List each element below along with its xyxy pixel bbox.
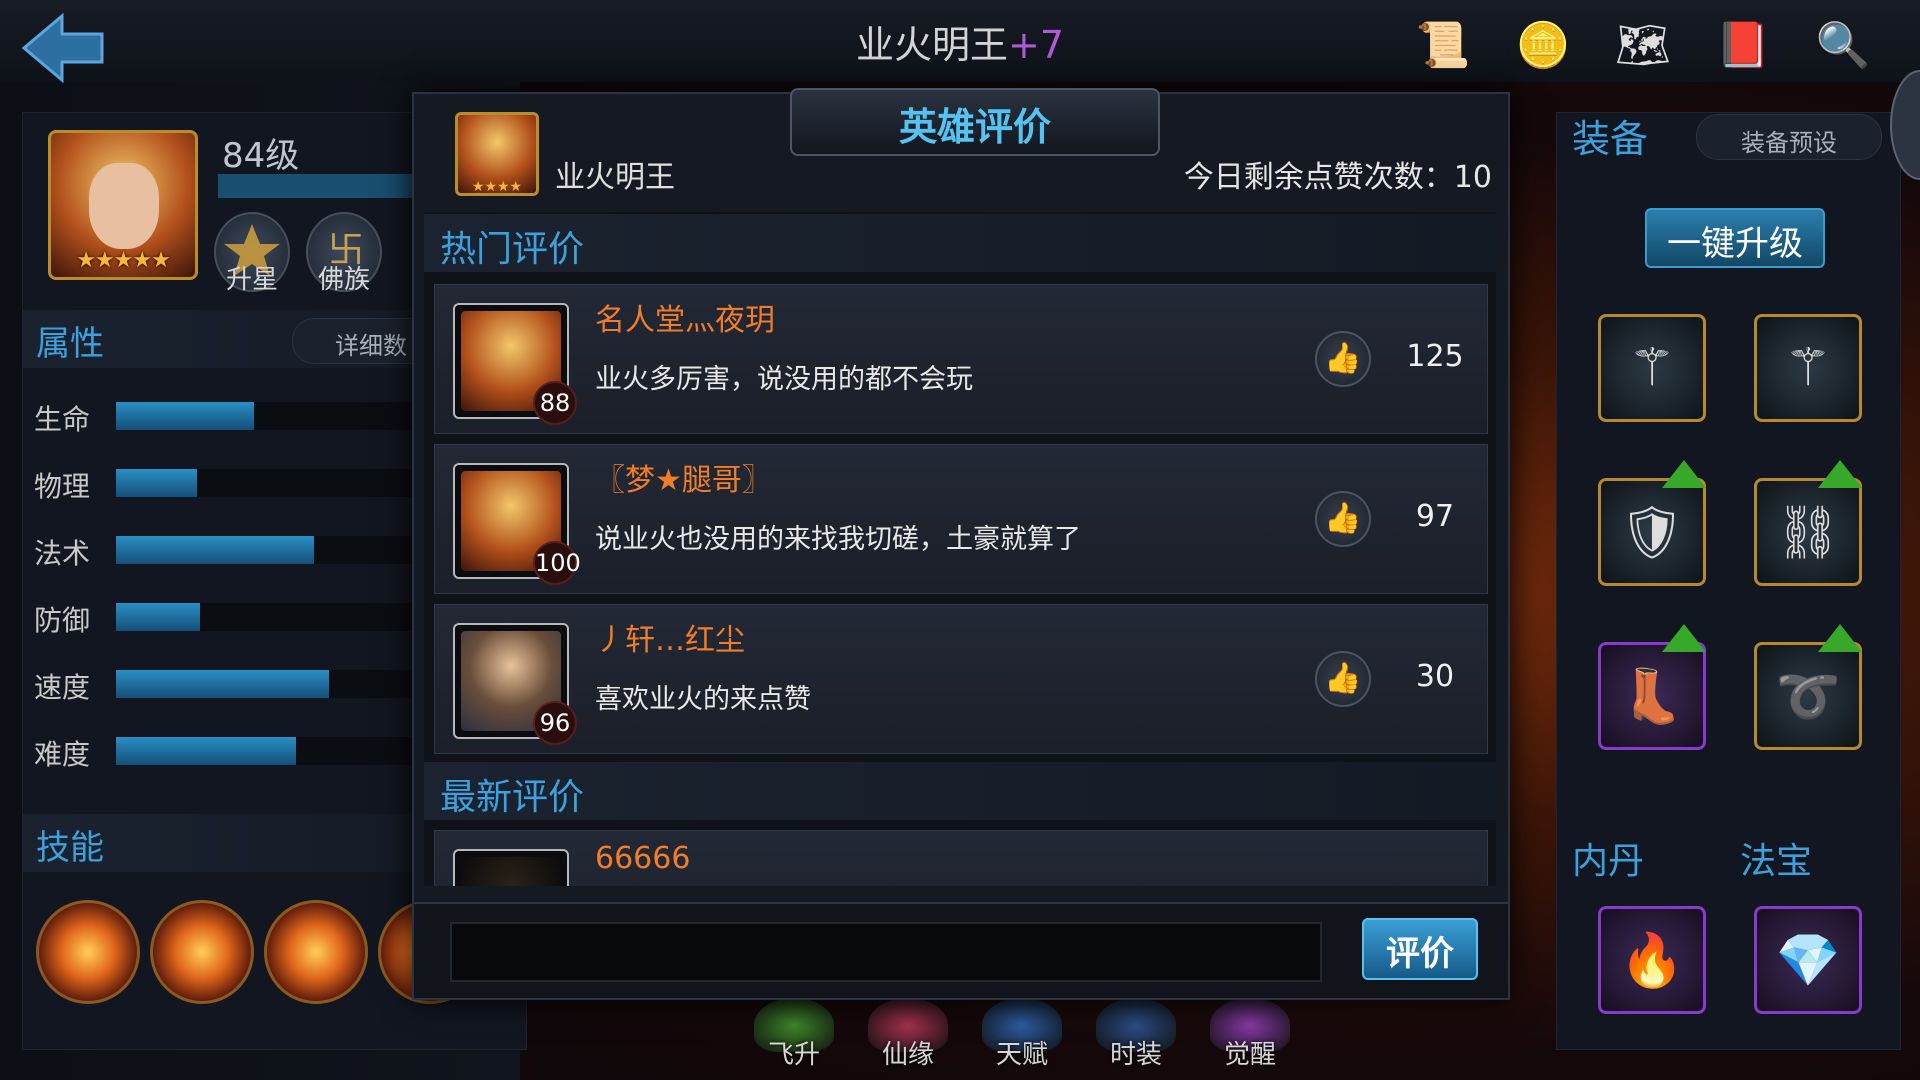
thumbs-up-icon[interactable]: 👍 — [1315, 651, 1371, 707]
stat-label: 法术 — [34, 537, 91, 570]
upgrade-arrow-icon — [1662, 624, 1706, 652]
new-reviews-header: 最新评价 — [424, 762, 1496, 820]
tab-label: 觉醒 — [1223, 1040, 1276, 1070]
staff-icon[interactable]: ⚚ — [1754, 314, 1862, 422]
hero-stars: ★★★★★ — [76, 248, 171, 273]
map-icon[interactable]: 🗺 — [1606, 8, 1680, 82]
fireball-icon[interactable]: 🔥 — [1598, 906, 1706, 1014]
scroll-icon[interactable]: 📜 — [1406, 8, 1480, 82]
review-row: 100 〖梦★腿哥〗说业火也没用的来找我切磋，土豪就算了 👍 97 — [434, 444, 1488, 594]
star-up-button[interactable]: 升星 — [214, 212, 290, 295]
book-icon[interactable]: 📕 — [1706, 8, 1780, 82]
reviewer-name: 66666 — [595, 841, 691, 876]
hot-reviews-title: 热门评价 — [440, 229, 585, 270]
review-text: 业火多厉害，说没用的都不会玩 — [595, 364, 973, 395]
reviewer-level-badge: 100 — [533, 541, 581, 585]
stat-label: 防御 — [34, 604, 91, 637]
thumbs-up-icon[interactable]: 👍 — [1315, 331, 1371, 387]
upgrade-arrow-icon — [1818, 460, 1862, 488]
hero-portrait: ★★★★★ — [48, 130, 198, 280]
treasure-glyph: 💎 — [1775, 930, 1841, 991]
reviewer-name: 〖梦★腿哥〗 — [595, 463, 772, 498]
ring-icon[interactable]: ➰ — [1754, 642, 1862, 750]
crystal-icon[interactable]: 💎 — [1754, 906, 1862, 1014]
like-count: 125 — [1406, 339, 1464, 374]
hero-face — [89, 163, 159, 249]
bottom-tab[interactable]: 觉醒 — [1200, 998, 1300, 1080]
bracer-icon[interactable]: ⛓ — [1754, 478, 1862, 586]
one-click-upgrade-button[interactable]: 一键升级 — [1645, 208, 1825, 268]
upgrade-arrow-icon — [1662, 460, 1706, 488]
skill-icon[interactable] — [264, 900, 368, 1004]
dialog-title: 英雄评价 — [898, 105, 1051, 149]
review-text: 说业火也没用的来找我切磋，土豪就算了 — [595, 524, 1081, 555]
dialog-hero-stars: ★★★★ — [471, 179, 523, 195]
star-up-label: 升星 — [225, 265, 278, 295]
stat-bar — [116, 469, 197, 497]
magnifier-icon[interactable]: 🔍 — [1806, 8, 1880, 82]
equipment-preset-button[interactable]: 装备预设 — [1696, 114, 1882, 160]
reviewer-name: 丿轩…红尘 — [595, 623, 745, 658]
hero-level: 84级 — [222, 136, 300, 176]
hot-reviews-header: 热门评价 — [424, 214, 1496, 272]
tab-label: 仙缘 — [881, 1040, 934, 1070]
buddha-clan-button[interactable]: 卐 佛族 — [306, 212, 382, 295]
like-count: 30 — [1415, 659, 1455, 694]
review-input[interactable] — [450, 922, 1322, 982]
skills-title: 技能 — [36, 828, 104, 868]
reviewer-level-badge: 88 — [533, 381, 577, 425]
tab-label: 飞升 — [767, 1040, 820, 1070]
tab-label: 天赋 — [995, 1040, 1048, 1070]
review-list[interactable]: 热门评价 88 名人堂灬夜玥业火多厉害，说没用的都不会玩 👍 125 100 〖梦★腿哥〗… — [424, 212, 1496, 886]
bottom-tab[interactable]: 飞升 — [744, 998, 844, 1080]
equipment-title: 装备 — [1572, 117, 1649, 161]
skill-icon[interactable] — [36, 900, 140, 1004]
clan-label: 佛族 — [317, 265, 370, 295]
stat-bar — [116, 670, 329, 698]
skill-icon[interactable] — [150, 900, 254, 1004]
stat-bar — [116, 737, 296, 765]
tab-label: 时装 — [1109, 1040, 1162, 1070]
bottom-tab[interactable]: 时装 — [1086, 998, 1186, 1080]
reviewer-name: 名人堂灬夜玥 — [595, 303, 775, 338]
submit-review-button[interactable]: 评价 — [1362, 918, 1478, 980]
staff-icon[interactable]: ⚚ — [1598, 314, 1706, 422]
review-row: 66666 — [434, 830, 1488, 886]
stat-label: 难度 — [34, 738, 91, 771]
dialog-hero-avatar: ★★★★ — [455, 112, 539, 196]
review-row: 96 丿轩…红尘喜欢业火的来点赞 👍 30 — [434, 604, 1488, 754]
treasure-title: 法宝 — [1740, 841, 1813, 882]
review-text: 喜欢业火的来点赞 — [595, 684, 811, 715]
thumbs-up-icon[interactable]: 👍 — [1315, 491, 1371, 547]
bottom-tab[interactable]: 天赋 — [972, 998, 1072, 1080]
review-row: 88 名人堂灬夜玥业火多厉害，说没用的都不会玩 👍 125 — [434, 284, 1488, 434]
dialog-hero-name: 业火明王 — [555, 160, 675, 195]
stat-label: 速度 — [34, 671, 91, 704]
stat-label: 物理 — [34, 470, 91, 503]
bottom-tab[interactable]: 仙缘 — [858, 998, 958, 1080]
boot-icon[interactable]: 👢 — [1598, 642, 1706, 750]
coin-icon[interactable]: 🪙 — [1506, 8, 1580, 82]
stat-label: 生命 — [34, 403, 91, 436]
stat-bar — [116, 603, 200, 631]
reviewer-avatar[interactable] — [453, 849, 569, 886]
avatar-image — [461, 857, 561, 886]
stat-bar — [116, 536, 314, 564]
armor-icon[interactable]: 🛡 — [1598, 478, 1706, 586]
upgrade-arrow-icon — [1818, 624, 1862, 652]
reviewer-level-badge: 96 — [533, 701, 577, 745]
attributes-title: 属性 — [36, 324, 104, 364]
hero-plus-level: +7 — [1007, 23, 1065, 67]
like-count: 97 — [1415, 499, 1455, 534]
likes-remaining: 今日剩余点赞次数：10 — [1183, 160, 1492, 195]
inner-pill-title: 内丹 — [1572, 841, 1645, 882]
inner-pill-glyph: 🔥 — [1619, 930, 1685, 991]
stat-bar — [116, 402, 254, 430]
hero-name: 业火明王 — [855, 23, 1008, 67]
new-reviews-title: 最新评价 — [440, 777, 585, 818]
